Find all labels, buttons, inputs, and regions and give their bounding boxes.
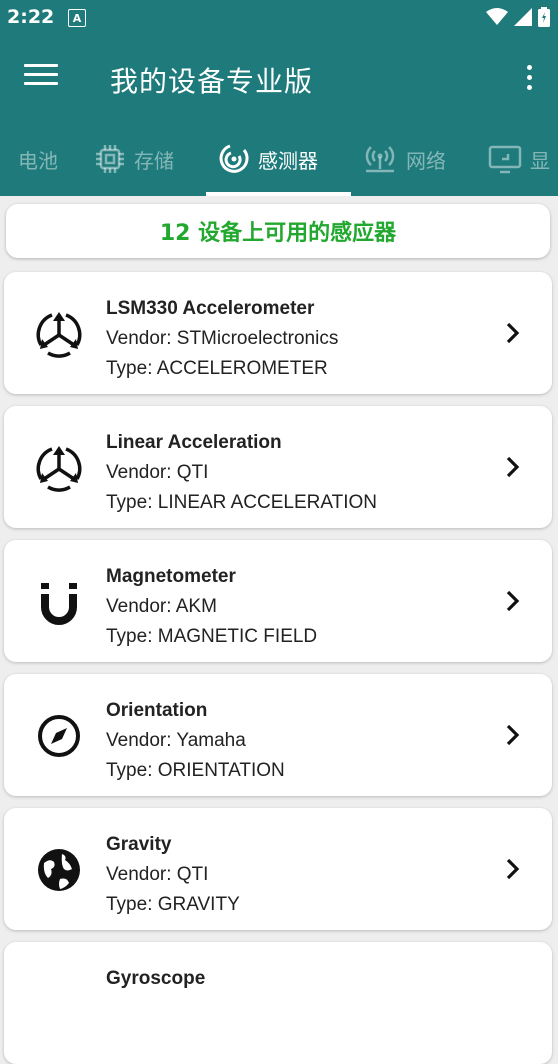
tab-battery[interactable]: 电池 xyxy=(18,122,58,196)
status-icons xyxy=(486,7,550,27)
chevron-right-icon xyxy=(506,724,520,746)
sensor-count-banner: 12 设备上可用的感应器 xyxy=(6,204,550,258)
sensor-info: Magnetometer Vendor: AKM Type: MAGNETIC … xyxy=(106,562,317,652)
menu-button[interactable] xyxy=(24,64,58,92)
sensor-type: Type: GRAVITY xyxy=(106,894,240,915)
sensor-name: Magnetometer xyxy=(106,566,236,587)
wifi-icon xyxy=(486,8,508,25)
compass-icon xyxy=(38,715,80,757)
more-options-button[interactable] xyxy=(524,65,534,95)
sensor-card[interactable]: Linear Acceleration Vendor: QTI Type: LI… xyxy=(4,406,552,528)
tab-display[interactable]: 显 xyxy=(488,122,550,196)
more-vert-icon xyxy=(526,65,532,70)
sensor-info: Gyroscope xyxy=(106,964,205,994)
menu-icon xyxy=(24,64,58,67)
tab-sensors[interactable]: 感测器 xyxy=(218,122,318,196)
app-bar: 我的设备专业版 xyxy=(0,36,558,122)
battery-icon xyxy=(538,7,550,27)
sensors-icon xyxy=(219,144,249,173)
sensor-info: Linear Acceleration Vendor: QTI Type: LI… xyxy=(106,428,377,518)
tab-label: 感测器 xyxy=(258,148,318,173)
chip-icon xyxy=(96,145,124,173)
sensor-card[interactable]: LSM330 Accelerometer Vendor: STMicroelec… xyxy=(4,272,552,394)
sensor-card[interactable]: Orientation Vendor: Yamaha Type: ORIENTA… xyxy=(4,674,552,796)
sensor-type: Type: LINEAR ACCELERATION xyxy=(106,492,378,513)
sensor-info: Gravity Vendor: QTI Type: GRAVITY xyxy=(106,830,240,920)
antenna-icon xyxy=(365,146,395,173)
sensor-vendor: Vendor: STMicroelectronics xyxy=(106,328,339,349)
sensor-count-text: 12 设备上可用的感应器 xyxy=(159,221,397,246)
tab-label: 电池 xyxy=(18,148,58,173)
sensor-info: Orientation Vendor: Yamaha Type: ORIENTA… xyxy=(106,696,285,786)
sensor-vendor: Vendor: QTI xyxy=(106,864,209,885)
tab-label: 存储 xyxy=(134,148,174,173)
status-time: 2:22 xyxy=(7,6,55,28)
chevron-right-icon xyxy=(506,322,520,344)
sensor-card[interactable]: Gyroscope xyxy=(4,942,552,1064)
sensor-name: Gravity xyxy=(106,834,172,855)
app-title: 我的设备专业版 xyxy=(110,65,314,98)
tab-bar: 电池 存储 感测器 网络 显 xyxy=(0,122,558,196)
magnet-icon xyxy=(41,583,77,625)
sensor-vendor: Vendor: Yamaha xyxy=(106,730,246,751)
sensor-type: Type: ORIENTATION xyxy=(106,760,285,781)
chevron-right-icon xyxy=(506,590,520,612)
status-bar: 2:22 A xyxy=(0,0,558,36)
sensor-name: Gyroscope xyxy=(106,968,206,989)
globe-icon xyxy=(38,849,80,891)
monitor-icon xyxy=(488,145,522,174)
sensor-type: Type: MAGNETIC FIELD xyxy=(106,626,318,647)
accelerometer-icon xyxy=(36,446,82,492)
tab-indicator xyxy=(206,192,351,196)
sensor-name: Orientation xyxy=(106,700,208,721)
sensor-card[interactable]: Magnetometer Vendor: AKM Type: MAGNETIC … xyxy=(4,540,552,662)
sensor-type: Type: ACCELEROMETER xyxy=(106,358,328,379)
signal-icon xyxy=(514,8,532,26)
tab-label: 网络 xyxy=(406,148,446,173)
sensor-name: Linear Acceleration xyxy=(106,432,282,453)
tab-label: 显 xyxy=(530,148,550,173)
sensor-info: LSM330 Accelerometer Vendor: STMicroelec… xyxy=(106,294,338,384)
chevron-right-icon xyxy=(506,858,520,880)
tab-storage[interactable]: 存储 xyxy=(94,122,174,196)
tab-network[interactable]: 网络 xyxy=(362,122,446,196)
sensor-name: LSM330 Accelerometer xyxy=(106,298,315,319)
sensor-vendor: Vendor: QTI xyxy=(106,462,209,483)
sensor-card[interactable]: Gravity Vendor: QTI Type: GRAVITY xyxy=(4,808,552,930)
accelerometer-icon xyxy=(36,312,82,358)
notification-icon: A xyxy=(68,9,86,27)
chevron-right-icon xyxy=(506,456,520,478)
sensor-vendor: Vendor: AKM xyxy=(106,596,217,617)
